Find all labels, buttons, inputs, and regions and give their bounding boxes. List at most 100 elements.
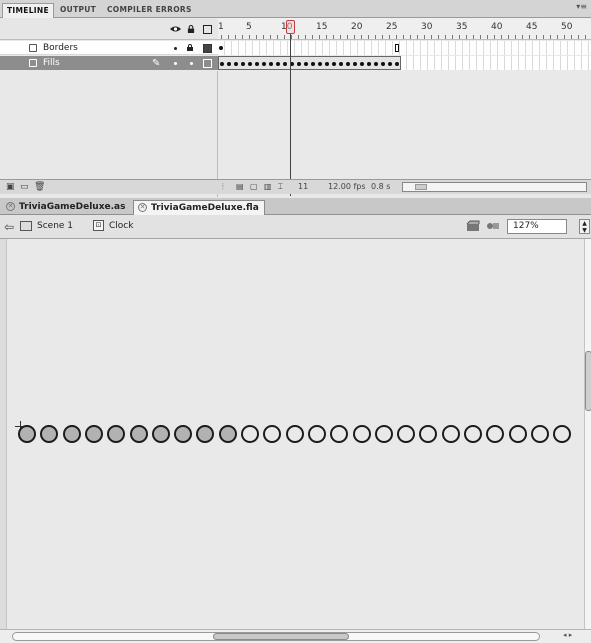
back-arrow-icon[interactable]: ⇦: [4, 220, 14, 234]
tab-output[interactable]: OUTPUT: [56, 3, 100, 18]
keyframe[interactable]: [325, 62, 329, 66]
visibility-dot[interactable]: [174, 62, 177, 65]
new-folder-icon[interactable]: ▭: [20, 182, 29, 192]
clock-circle-empty[interactable]: [375, 425, 393, 443]
keyframe[interactable]: [248, 62, 252, 66]
edit-symbol-icon[interactable]: [486, 220, 500, 232]
eye-icon[interactable]: [170, 25, 181, 33]
edit-multiple-frames-icon[interactable]: ▥: [264, 182, 272, 191]
keyframe[interactable]: [353, 62, 357, 66]
lock-dot[interactable]: [190, 62, 193, 65]
clock-circle-empty[interactable]: [308, 425, 326, 443]
zoom-field[interactable]: 127%: [507, 219, 567, 234]
center-frame-icon[interactable]: ⦙: [222, 182, 224, 192]
clock-circle-filled[interactable]: [63, 425, 81, 443]
keyframe[interactable]: [388, 62, 392, 66]
frame-rate[interactable]: 12.00 fps: [328, 182, 366, 191]
frame-row-fills[interactable]: [218, 56, 591, 70]
zoom-stepper[interactable]: ▲ ▼: [579, 219, 590, 234]
scrollbar-track[interactable]: [12, 632, 540, 641]
keyframe[interactable]: [381, 62, 385, 66]
clock-circle-empty[interactable]: [263, 425, 281, 443]
keyframe[interactable]: [227, 62, 231, 66]
close-icon[interactable]: ✕: [6, 202, 15, 211]
keyframe[interactable]: [241, 62, 245, 66]
clock-circle-filled[interactable]: [130, 425, 148, 443]
clock-circle-empty[interactable]: [330, 425, 348, 443]
clock-circle-empty[interactable]: [509, 425, 527, 443]
clock-circle-empty[interactable]: [464, 425, 482, 443]
layer-row-borders[interactable]: Borders: [0, 41, 218, 55]
keyframe[interactable]: [276, 62, 280, 66]
keyframe[interactable]: [374, 62, 378, 66]
clock-circle-empty[interactable]: [531, 425, 549, 443]
visibility-dot[interactable]: [174, 47, 177, 50]
modify-markers-icon[interactable]: ⌶: [278, 182, 283, 192]
clock-circle-filled[interactable]: [152, 425, 170, 443]
keyframe[interactable]: [219, 46, 223, 50]
scroll-arrows-icon[interactable]: ◂ ▸: [563, 631, 572, 639]
edit-scene-icon[interactable]: [466, 220, 480, 232]
playhead[interactable]: [286, 20, 295, 34]
onion-outlines-icon[interactable]: ▢: [250, 182, 258, 191]
keyframe[interactable]: [297, 62, 301, 66]
keyframe[interactable]: [332, 62, 336, 66]
onion-skin-icon[interactable]: ▤: [236, 182, 244, 191]
scrollbar-thumb[interactable]: [585, 351, 591, 411]
breadcrumb-symbol[interactable]: Clock: [109, 221, 133, 231]
keyframe[interactable]: [395, 62, 399, 66]
clock-circle-filled[interactable]: [18, 425, 36, 443]
keyframe[interactable]: [311, 62, 315, 66]
scrollbar-thumb[interactable]: [415, 184, 427, 190]
keyframe[interactable]: [367, 62, 371, 66]
keyframe[interactable]: [318, 62, 322, 66]
keyframe[interactable]: [220, 62, 224, 66]
lock-icon[interactable]: [187, 25, 195, 33]
layer-outline-color[interactable]: [203, 59, 212, 68]
breadcrumb-scene[interactable]: Scene 1: [37, 221, 73, 231]
clock-circle-empty[interactable]: [397, 425, 415, 443]
layer-outline-color[interactable]: [203, 44, 212, 53]
clock-circle-filled[interactable]: [40, 425, 58, 443]
keyframe[interactable]: [283, 62, 287, 66]
tab-compiler-errors[interactable]: COMPILER ERRORS: [103, 3, 196, 18]
clock-circle-empty[interactable]: [553, 425, 571, 443]
clock-circle-empty[interactable]: [419, 425, 437, 443]
clock-circle-empty[interactable]: [286, 425, 304, 443]
clock-circle-empty[interactable]: [241, 425, 259, 443]
doc-tab-fla[interactable]: ✕ TriviaGameDeluxe.fla: [133, 200, 265, 215]
keyframe[interactable]: [304, 62, 308, 66]
layer-row-fills[interactable]: Fills ✎: [0, 56, 218, 70]
frame-row-borders[interactable]: [218, 41, 591, 55]
clock-circle-empty[interactable]: [486, 425, 504, 443]
keyframe[interactable]: [255, 62, 259, 66]
keyframe[interactable]: [346, 62, 350, 66]
timeline-h-scrollbar[interactable]: [402, 182, 587, 192]
tab-timeline[interactable]: TIMELINE: [2, 3, 54, 18]
keyframe-span[interactable]: [218, 56, 401, 70]
stage-v-scrollbar[interactable]: [584, 239, 591, 629]
scrollbar-thumb[interactable]: [213, 633, 349, 640]
panel-menu-icon[interactable]: ▾≡: [576, 2, 587, 11]
clock-circle-filled[interactable]: [174, 425, 192, 443]
stage-h-scrollbar[interactable]: ◂ ▸: [0, 629, 591, 643]
keyframe[interactable]: [360, 62, 364, 66]
delete-layer-icon[interactable]: 🗑: [34, 182, 45, 192]
new-layer-icon[interactable]: ▣: [6, 182, 15, 192]
clock-circle-filled[interactable]: [107, 425, 125, 443]
keyframe[interactable]: [339, 62, 343, 66]
clock-circle-filled[interactable]: [85, 425, 103, 443]
keyframe[interactable]: [262, 62, 266, 66]
clock-circle-empty[interactable]: [442, 425, 460, 443]
outline-icon[interactable]: [203, 25, 212, 34]
clock-circle-filled[interactable]: [219, 425, 237, 443]
keyframe[interactable]: [234, 62, 238, 66]
frame-ruler[interactable]: 1 5 10 15 20 25 30 35 40 45 50: [218, 18, 591, 40]
doc-tab-as[interactable]: ✕ TriviaGameDeluxe.as: [2, 200, 130, 215]
keyframe[interactable]: [269, 62, 273, 66]
end-frame[interactable]: [395, 44, 399, 52]
lock-icon[interactable]: [187, 44, 193, 51]
clock-circle-filled[interactable]: [196, 425, 214, 443]
clock-circle-empty[interactable]: [353, 425, 371, 443]
close-icon[interactable]: ✕: [138, 203, 147, 212]
